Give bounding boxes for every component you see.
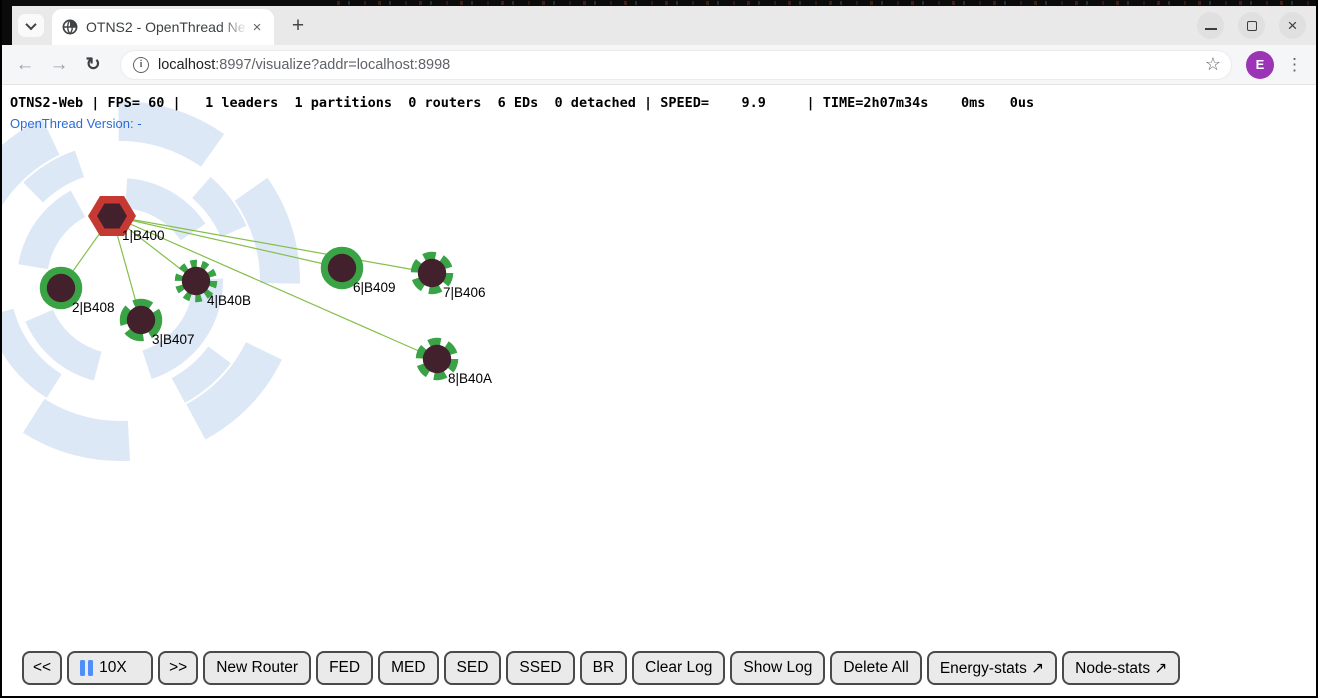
show-log-button[interactable]: Show Log bbox=[730, 651, 825, 685]
background-screen-artifacts bbox=[337, 1, 1316, 5]
button-label: FED bbox=[329, 659, 360, 677]
node-label: 8|B40A bbox=[448, 371, 492, 386]
button-label: Show Log bbox=[743, 659, 812, 677]
browser-tab[interactable]: OTNS2 - OpenThread Ne × bbox=[52, 9, 274, 45]
bookmark-star-icon[interactable]: ☆ bbox=[1205, 54, 1221, 75]
node-stats-button[interactable]: Node-stats ↗ bbox=[1062, 651, 1180, 685]
simulation-toolbar: << 10X >> New Router FED MED SED SSED BR Clear Lo… bbox=[22, 651, 1180, 685]
button-label: MED bbox=[391, 659, 425, 677]
node-label: 6|B409 bbox=[353, 280, 396, 295]
new-tab-button[interactable]: + bbox=[284, 12, 312, 40]
button-label: >> bbox=[169, 659, 187, 677]
maximize-icon bbox=[1247, 21, 1257, 31]
back-button[interactable]: ← bbox=[10, 50, 40, 80]
node-label: 4|B40B bbox=[207, 293, 251, 308]
button-label: 10X bbox=[99, 659, 127, 677]
window-controls: × bbox=[1197, 12, 1316, 39]
site-info-icon[interactable]: i bbox=[133, 57, 149, 73]
tab-close-icon[interactable]: × bbox=[248, 18, 266, 36]
pause-icon bbox=[80, 660, 93, 676]
node-label: 7|B406 bbox=[443, 285, 486, 300]
node-label: 2|B408 bbox=[72, 300, 115, 315]
add-fed-button[interactable]: FED bbox=[316, 651, 373, 685]
window-close-button[interactable]: × bbox=[1279, 12, 1306, 39]
clear-log-button[interactable]: Clear Log bbox=[632, 651, 725, 685]
button-label: Energy-stats ↗ bbox=[940, 659, 1044, 678]
add-br-button[interactable]: BR bbox=[580, 651, 628, 685]
energy-stats-button[interactable]: Energy-stats ↗ bbox=[927, 651, 1057, 685]
minimize-button[interactable] bbox=[1197, 12, 1224, 39]
status-line: OTNS2-Web | FPS= 60 | 1 leaders 1 partit… bbox=[10, 95, 1034, 111]
button-label: << bbox=[33, 659, 51, 677]
maximize-button[interactable] bbox=[1238, 12, 1265, 39]
button-label: New Router bbox=[216, 659, 298, 677]
chevron-down-icon bbox=[25, 18, 36, 29]
url-path: :8997/visualize?addr=localhost:8998 bbox=[215, 57, 450, 73]
button-label: Delete All bbox=[843, 659, 908, 677]
browser-menu-icon[interactable]: ⋮ bbox=[1286, 55, 1303, 75]
tab-strip: OTNS2 - OpenThread Ne × + × bbox=[2, 6, 1316, 45]
speed-up-button[interactable]: >> bbox=[158, 651, 198, 685]
node-label: 1|B400 bbox=[122, 228, 165, 243]
button-label: BR bbox=[593, 659, 615, 677]
button-label: Clear Log bbox=[645, 659, 712, 677]
window-corner-notch bbox=[2, 6, 12, 45]
network-graph bbox=[2, 85, 1316, 696]
tab-search-button[interactable] bbox=[18, 14, 44, 37]
close-icon: × bbox=[1288, 17, 1298, 34]
address-bar[interactable]: i localhost:8997/visualize?addr=localhos… bbox=[120, 50, 1232, 80]
add-ssed-button[interactable]: SSED bbox=[506, 651, 574, 685]
delete-all-button[interactable]: Delete All bbox=[830, 651, 921, 685]
forward-button[interactable]: → bbox=[44, 50, 74, 80]
minimize-icon bbox=[1205, 28, 1217, 30]
add-med-button[interactable]: MED bbox=[378, 651, 438, 685]
url-text[interactable]: localhost:8997/visualize?addr=localhost:… bbox=[158, 57, 1197, 73]
new-router-button[interactable]: New Router bbox=[203, 651, 311, 685]
url-host: localhost bbox=[158, 57, 215, 73]
add-sed-button[interactable]: SED bbox=[444, 651, 502, 685]
globe-favicon-icon bbox=[62, 19, 78, 35]
browser-toolbar: ← → ↻ i localhost:8997/visualize?addr=lo… bbox=[2, 45, 1316, 85]
browser-window: OTNS2 - OpenThread Ne × + × ← → ↻ i loca… bbox=[0, 0, 1318, 698]
page-content: 1|B400 2|B408 3|B407 4|B40B 6|B409 7|B406 8|B4… bbox=[2, 85, 1316, 696]
openthread-version-link[interactable]: OpenThread Version: - bbox=[10, 116, 142, 131]
profile-avatar[interactable]: E bbox=[1246, 51, 1274, 79]
reload-button[interactable]: ↻ bbox=[78, 50, 108, 80]
button-label: SSED bbox=[519, 659, 561, 677]
button-label: SED bbox=[457, 659, 489, 677]
button-label: Node-stats ↗ bbox=[1075, 659, 1167, 678]
node-label: 3|B407 bbox=[152, 332, 195, 347]
pause-speed-button[interactable]: 10X bbox=[67, 651, 153, 685]
speed-down-button[interactable]: << bbox=[22, 651, 62, 685]
